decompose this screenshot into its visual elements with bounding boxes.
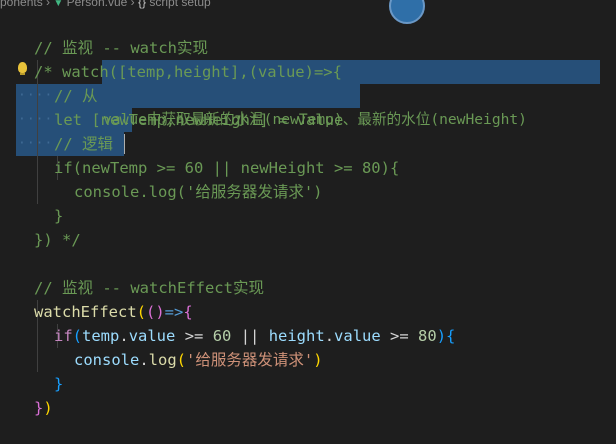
code-line-9: }) */ xyxy=(0,204,616,249)
code-line-15: } xyxy=(0,348,616,393)
code-editor[interactable]: ···· ···· ···· // 监视 -- watch实现 /* watch… xyxy=(0,0,616,417)
code-line-12: watchEffect(()=>{ xyxy=(0,276,616,321)
comment-block-end: }) */ xyxy=(34,231,81,249)
code-line-14: console.log('给服务器发请求') xyxy=(0,324,616,369)
code-line-13: if(temp.value >= 60 || height.value >= 8… xyxy=(0,300,616,345)
code-line-2: /* watch([temp,height],(value)=>{ xyxy=(0,36,616,81)
text-cursor xyxy=(124,134,125,154)
code-line-3: // 从 value中获取最新的水温(newTemp)、最新的水位(newHei… xyxy=(0,60,616,128)
code-line-11: // 监视 -- watchEffect实现 xyxy=(0,252,616,297)
code-line-16: }) xyxy=(0,372,616,417)
code-line-6: if(newTemp >= 60 || newHeight >= 80){ xyxy=(0,132,616,177)
code-line-7: console.log('给服务器发请求') xyxy=(0,156,616,201)
close-brace: } xyxy=(34,399,44,417)
code-line-8: } xyxy=(0,180,616,225)
close-paren: ) xyxy=(43,399,53,417)
code-line-1: // 监视 -- watch实现 xyxy=(0,12,616,57)
code-line-5: // 逻辑 xyxy=(0,108,616,153)
code-line-16-content: }) xyxy=(34,396,53,420)
code-line-4: let [newTemp,newHeight] = value xyxy=(0,84,616,129)
